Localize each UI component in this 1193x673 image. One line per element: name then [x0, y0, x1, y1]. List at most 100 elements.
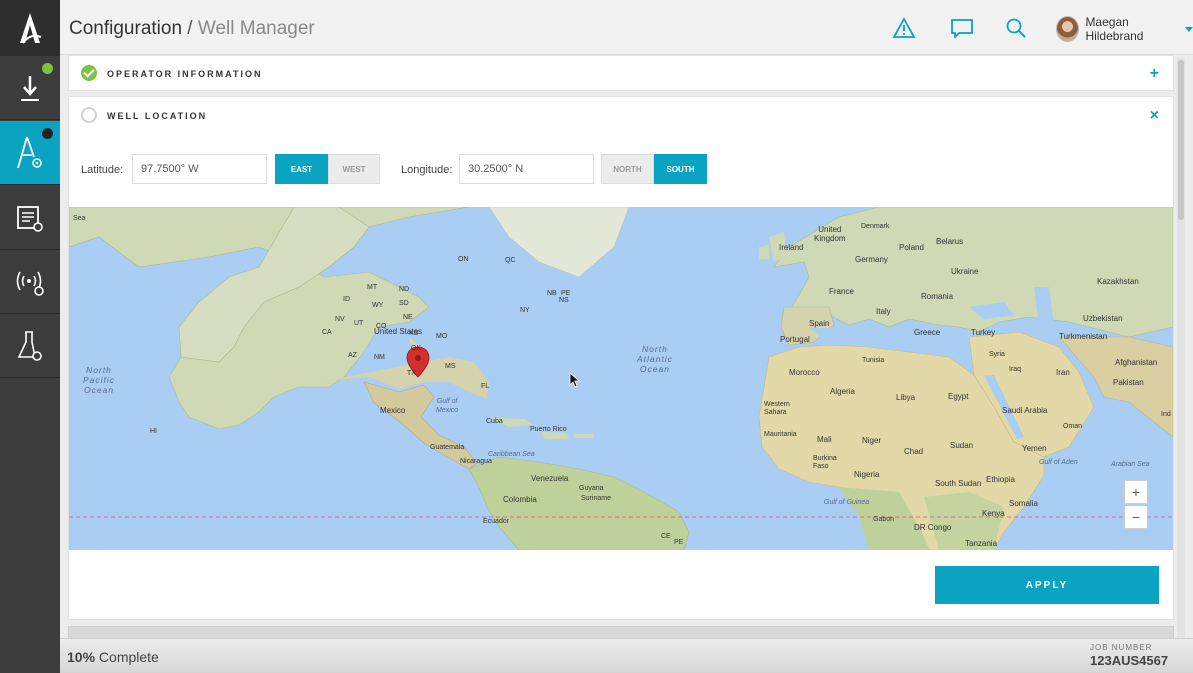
map-label: NM	[374, 354, 385, 361]
map-label: Egypt	[948, 392, 969, 401]
map-label: DR Congo	[914, 523, 952, 532]
map-label: Ecuador	[483, 518, 510, 525]
map-label: Poland	[899, 243, 924, 252]
map-label: South Sudan	[935, 479, 982, 488]
signal-settings-icon	[16, 271, 44, 296]
north-toggle[interactable]: NORTH	[601, 154, 654, 184]
map-label: Arabian Sea	[1111, 461, 1150, 468]
map-label: Morocco	[789, 368, 820, 377]
expand-icon[interactable]: +	[1150, 66, 1159, 82]
map-label: Venezuela	[531, 474, 569, 483]
map-label: Turkey	[971, 328, 996, 337]
map-label: France	[829, 287, 854, 296]
map-label: Gabon	[873, 516, 895, 523]
map-land	[69, 207, 1173, 550]
map-label: Iran	[1056, 368, 1070, 377]
map-label: North Atlantic Ocean	[637, 344, 673, 374]
map-label: Ireland	[779, 243, 804, 252]
alerts-button[interactable]	[890, 14, 918, 42]
map-label: Ethiopia	[986, 475, 1015, 484]
map-label: Tunisia	[862, 357, 885, 364]
map-label: ON	[458, 256, 469, 263]
app-logo[interactable]	[0, 0, 60, 56]
progress-status: 10% Complete	[67, 649, 159, 665]
map-label: Ind	[1161, 411, 1171, 418]
latitude-input[interactable]	[132, 154, 267, 184]
map-label: Germany	[855, 255, 888, 264]
map-label: Syria	[989, 351, 1005, 358]
section-title: WELL LOCATION	[107, 111, 208, 121]
west-toggle[interactable]: WEST	[328, 154, 380, 184]
alert-icon	[892, 17, 916, 38]
longitude-label: Longitude:	[401, 164, 453, 176]
section-title: OPERATOR INFORMATION	[107, 69, 263, 79]
map-label: ID	[343, 296, 350, 303]
map-label: MS	[445, 363, 456, 370]
map-label: Nicaragua	[460, 458, 492, 465]
rig-icon	[17, 136, 42, 168]
map-label: UT	[354, 320, 364, 327]
map-label: Cuba	[486, 418, 503, 425]
map-label: Niger	[862, 436, 882, 445]
map-label: Italy	[876, 307, 891, 316]
map-label: Belarus	[936, 237, 964, 246]
map-label: Gulf of Mexico	[436, 398, 459, 414]
apply-button[interactable]: APPLY	[935, 566, 1159, 604]
checklist-settings-icon	[17, 205, 43, 232]
map-label: Afghanistan	[1115, 358, 1158, 367]
close-icon[interactable]: ×	[1150, 108, 1159, 124]
zoom-out-button[interactable]: −	[1124, 505, 1148, 529]
status-dot	[42, 128, 53, 139]
sidebar-item-lab[interactable]	[0, 314, 60, 378]
map-label: Saudi Arabia	[1002, 406, 1048, 415]
map-label: Ukraine	[951, 267, 979, 276]
map-label: SD	[399, 300, 409, 307]
sidebar-item-checklist[interactable]	[0, 186, 60, 250]
map-label: MO	[436, 333, 448, 340]
map[interactable]: Sea United Kingdom Denmark Ireland Polan…	[69, 207, 1173, 550]
map-label: Greece	[914, 328, 941, 337]
user-menu[interactable]: Maegan Hildebrand	[1056, 15, 1193, 43]
map-label: Denmark	[861, 223, 890, 230]
sidebar-item-signal[interactable]	[0, 250, 60, 314]
latitude-label: Latitude:	[81, 164, 124, 176]
search-button[interactable]	[1002, 14, 1030, 42]
footer: 10% Complete JOB NUMBER 123AUS4567	[60, 638, 1193, 673]
scrollbar-thumb[interactable]	[1178, 60, 1184, 220]
map-label: NY	[520, 307, 530, 314]
job-number-label: JOB NUMBER	[1090, 643, 1153, 652]
page-title: Configuration / Well Manager	[69, 18, 315, 40]
map-label: Kazakhstan	[1097, 277, 1139, 286]
longitude-input[interactable]	[459, 154, 594, 184]
map-label: Oman	[1063, 423, 1083, 430]
cursor-icon	[569, 372, 581, 388]
breadcrumb-current: Well Manager	[197, 18, 315, 39]
south-toggle[interactable]: SOUTH	[654, 154, 707, 184]
search-icon	[1006, 18, 1026, 38]
scrollbar[interactable]	[1177, 58, 1185, 638]
messages-button[interactable]	[948, 14, 976, 42]
map-label: Caribbean Sea	[488, 451, 535, 458]
progress-text: Complete	[95, 649, 159, 665]
zoom-in-button[interactable]: +	[1124, 480, 1148, 504]
east-toggle[interactable]: EAST	[275, 154, 328, 184]
map-label: Colombia	[503, 495, 537, 504]
map-label: Nigeria	[854, 470, 880, 479]
sidebar-item-download[interactable]	[0, 56, 60, 120]
sidebar-item-rig[interactable]	[0, 121, 60, 185]
avatar	[1056, 16, 1080, 42]
map-label: Guatemala	[430, 444, 465, 451]
breadcrumb-root[interactable]: Configuration	[69, 18, 182, 39]
map-label: CE	[661, 533, 671, 540]
map-label: Gulf of Guinea	[824, 499, 870, 506]
map-label: Puerto Rico	[530, 426, 567, 433]
status-dot	[42, 63, 53, 74]
map-label: HI	[150, 428, 157, 435]
operator-information-section[interactable]: OPERATOR INFORMATION +	[68, 55, 1174, 91]
map-label: Gulf of Aden	[1039, 459, 1078, 466]
map-label: FL	[481, 383, 490, 390]
map-label: Turkmenistan	[1059, 332, 1108, 341]
map-label: Tanzania	[965, 539, 998, 548]
map-label: North Pacific Ocean	[83, 365, 116, 395]
map-label: Western Sahara	[764, 401, 790, 416]
